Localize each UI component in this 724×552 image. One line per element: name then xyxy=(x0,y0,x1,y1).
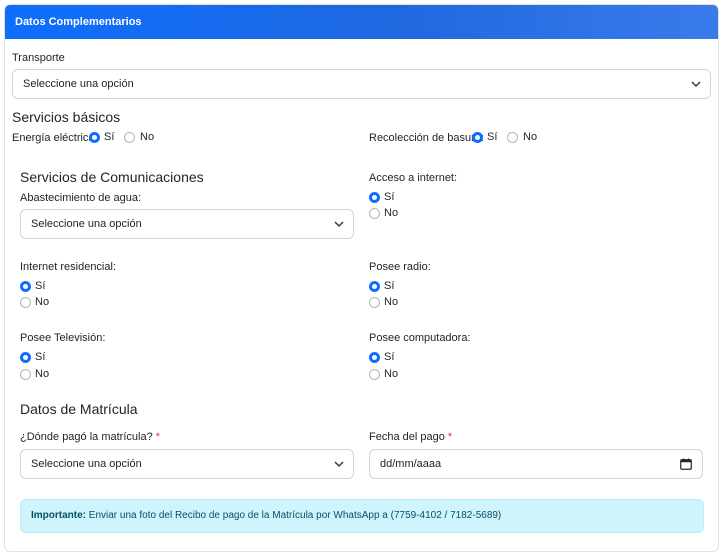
card-header-title: Datos Complementarios xyxy=(5,5,718,39)
alert-strong: Importante: xyxy=(31,510,86,521)
agua-label: Abastecimiento de agua: xyxy=(20,192,142,204)
internet-residencial-no-radio[interactable] xyxy=(20,297,31,308)
transporte-select-value: Seleccione una opción xyxy=(23,78,134,90)
energia-no-label: No xyxy=(140,131,155,143)
transporte-select[interactable]: Seleccione una opción xyxy=(12,69,711,99)
internet-no-radio[interactable] xyxy=(369,208,380,219)
energia-si-radio[interactable] xyxy=(89,132,100,143)
chevron-down-icon xyxy=(334,461,344,468)
basura-si-label: Sí xyxy=(487,131,498,143)
energia-si-label: Sí xyxy=(104,131,115,143)
basura-no-label: No xyxy=(523,131,538,143)
chevron-down-icon xyxy=(334,221,344,228)
internet-residencial-si-radio[interactable] xyxy=(20,281,31,292)
chevron-down-icon xyxy=(691,81,701,88)
basura-label: Recolección de basura: xyxy=(369,132,484,144)
fecha-pago-value: dd/mm/aaaa xyxy=(380,458,442,470)
computadora-si-radio[interactable] xyxy=(369,352,380,363)
energia-no-radio[interactable] xyxy=(124,132,135,143)
internet-residencial-no-label: No xyxy=(35,296,50,308)
internet-residencial-si-label: Sí xyxy=(35,280,46,292)
radio-label: Posee radio: xyxy=(369,261,431,273)
alert-text: Enviar una foto del Recibo de pago de la… xyxy=(88,510,502,521)
lugar-pago-label: ¿Dónde pagó la matrícula? * xyxy=(20,431,160,443)
agua-select[interactable]: Seleccione una opción xyxy=(20,209,354,239)
television-no-radio[interactable] xyxy=(20,369,31,380)
datos-complementarios-card: Datos Complementarios Transporte Selecci… xyxy=(4,4,719,552)
lugar-pago-label-text: ¿Dónde pagó la matrícula? xyxy=(20,431,153,443)
radio-no-label: No xyxy=(384,296,399,308)
internet-label: Acceso a internet: xyxy=(369,172,458,184)
required-marker: * xyxy=(155,431,160,443)
internet-si-radio[interactable] xyxy=(369,192,380,203)
internet-no-label: No xyxy=(384,207,399,219)
television-no-label: No xyxy=(35,368,50,380)
fecha-pago-label-text: Fecha del pago xyxy=(369,431,445,443)
fecha-pago-input[interactable]: dd/mm/aaaa xyxy=(369,449,703,479)
lugar-pago-select[interactable]: Seleccione una opción xyxy=(20,449,354,479)
computadora-no-label: No xyxy=(384,368,399,380)
servicios-basicos-heading: Servicios básicos xyxy=(12,109,121,125)
energia-label: Energía eléctrica: xyxy=(12,132,98,144)
television-si-label: Sí xyxy=(35,351,46,363)
comunicaciones-heading: Servicios de Comunicaciones xyxy=(20,169,204,185)
fecha-pago-label: Fecha del pago * xyxy=(369,431,452,443)
transporte-label: Transporte xyxy=(12,52,65,64)
television-label: Posee Televisión: xyxy=(20,332,106,344)
required-marker: * xyxy=(447,431,453,443)
radio-si-label: Sí xyxy=(384,280,395,292)
matricula-heading: Datos de Matrícula xyxy=(20,401,138,417)
calendar-icon[interactable] xyxy=(680,458,692,470)
basura-si-radio[interactable] xyxy=(472,132,483,143)
radio-si-radio[interactable] xyxy=(369,281,380,292)
agua-select-value: Seleccione una opción xyxy=(31,218,142,230)
basura-no-radio[interactable] xyxy=(507,132,518,143)
computadora-si-label: Sí xyxy=(384,351,395,363)
computadora-label: Posee computadora: xyxy=(369,332,471,344)
internet-residencial-label: Internet residencial: xyxy=(20,261,116,273)
importante-alert: Importante: Enviar una foto del Recibo d… xyxy=(20,499,704,533)
radio-no-radio[interactable] xyxy=(369,297,380,308)
internet-si-label: Sí xyxy=(384,191,395,203)
lugar-pago-select-value: Seleccione una opción xyxy=(31,458,142,470)
computadora-no-radio[interactable] xyxy=(369,369,380,380)
television-si-radio[interactable] xyxy=(20,352,31,363)
